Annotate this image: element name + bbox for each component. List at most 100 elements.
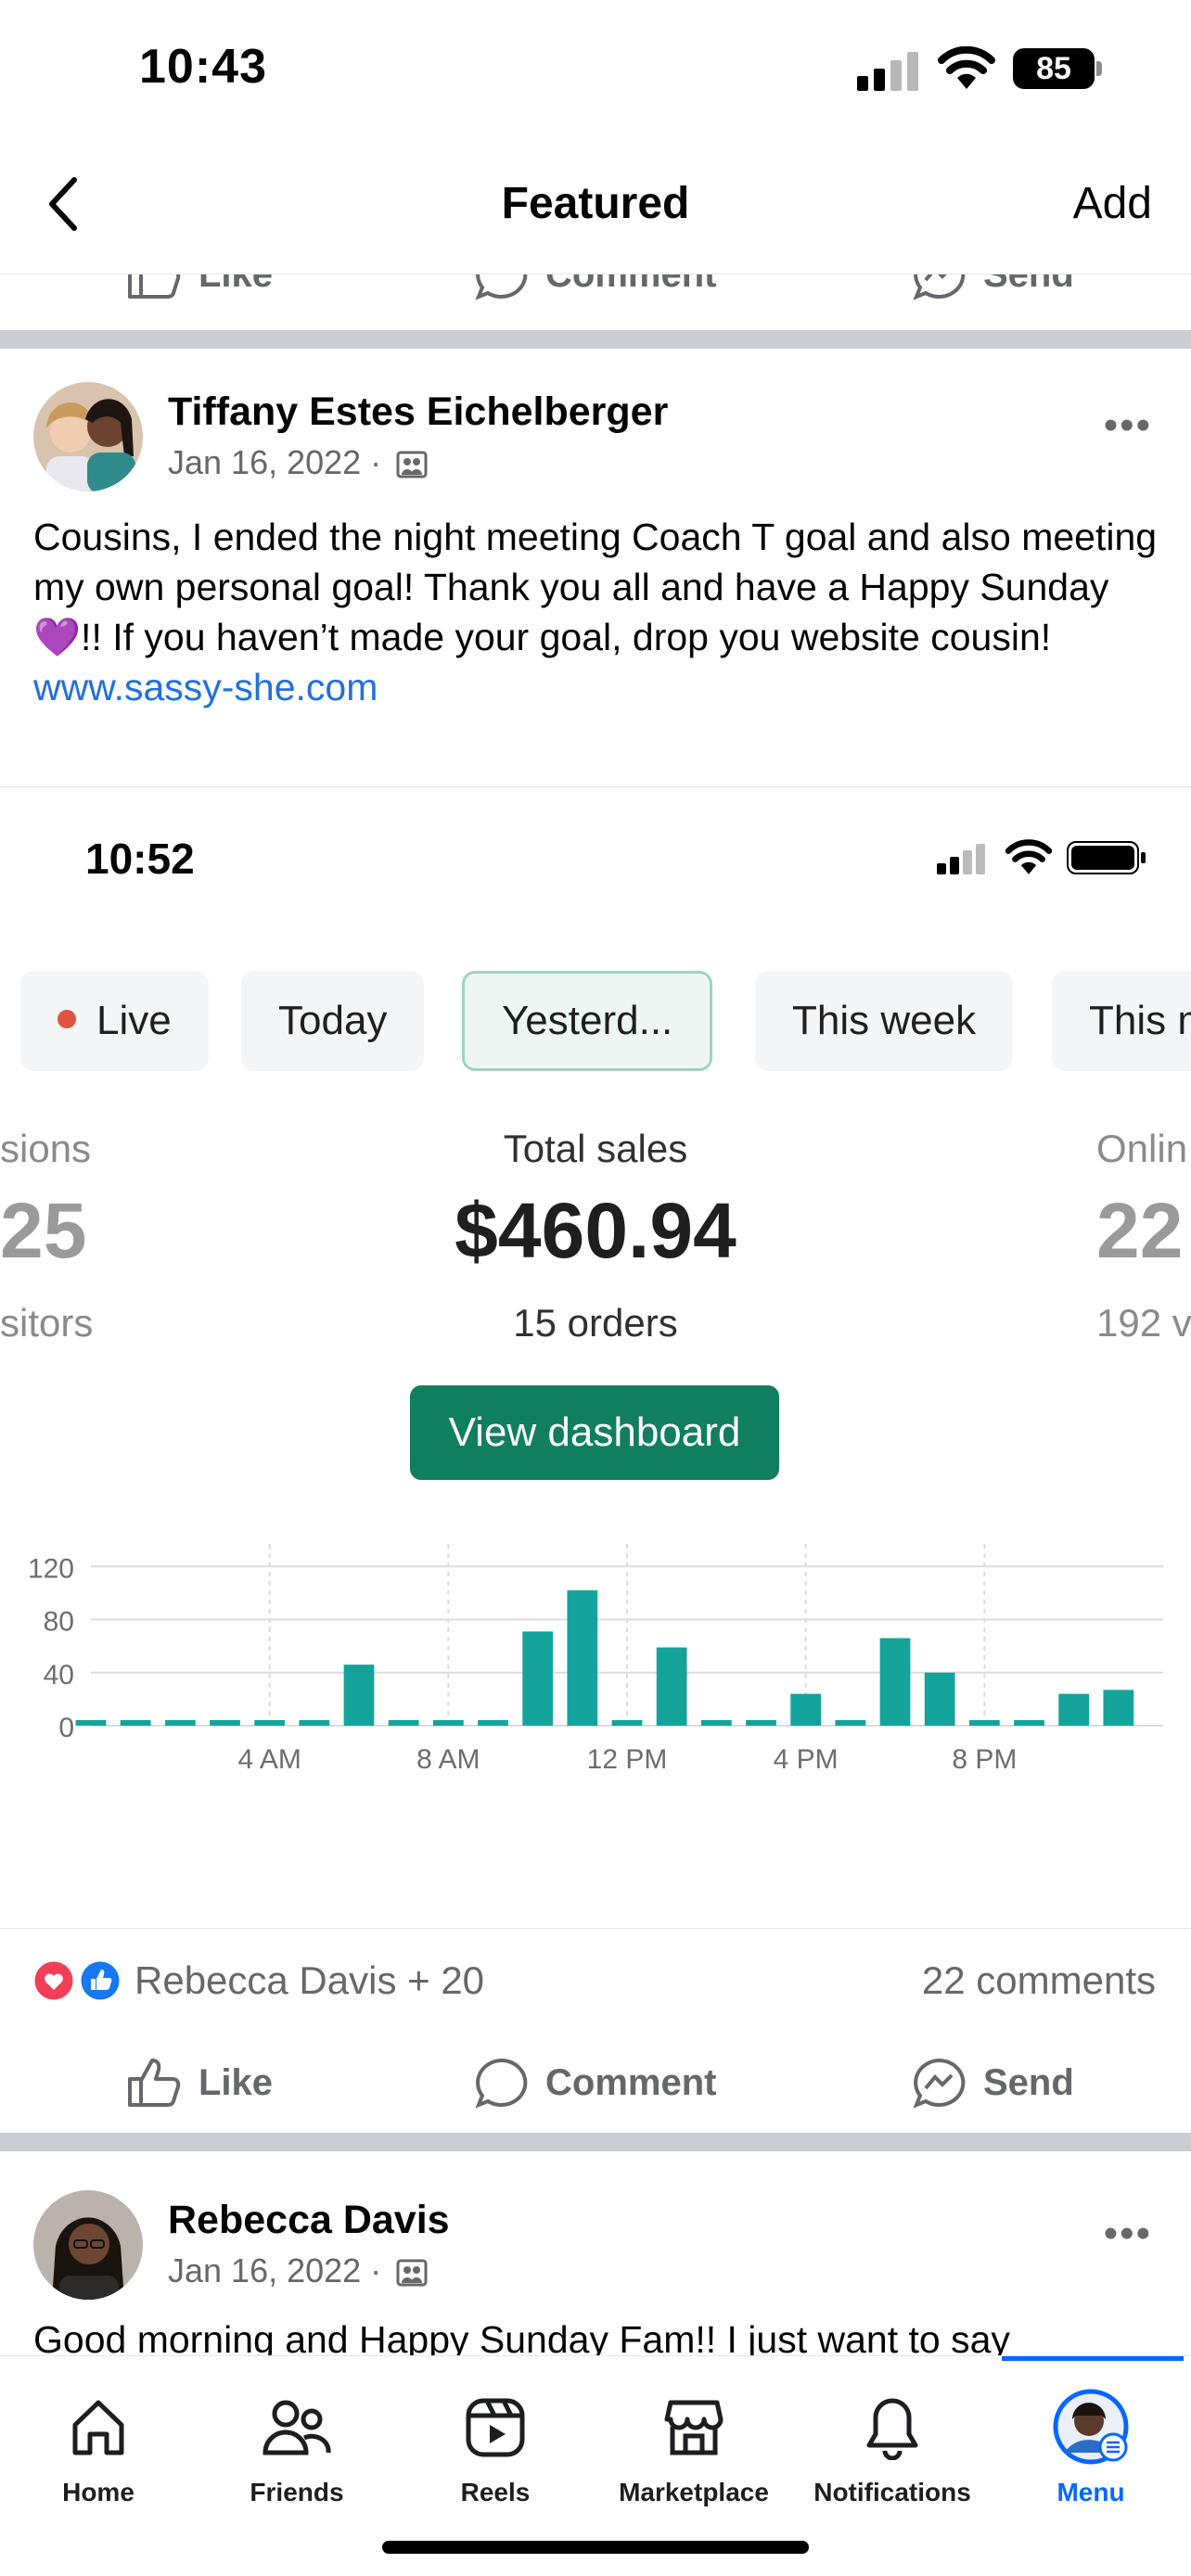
reactions-summary[interactable]: Rebecca Davis + 20 [134,1958,484,2003]
send-button[interactable]: Send [911,2057,1074,2109]
chart-y-tick-label: 80 [44,1607,74,1638]
prev-send-button[interactable]: Send [911,274,1074,300]
chart-bar [432,1720,464,1726]
like-icon [128,274,181,299]
profile-avatar-icon [1053,2389,1129,2465]
chart-bar [522,1631,554,1726]
chart-y-tick-label: 40 [44,1660,74,1690]
hourly-sales-chart: 0 40 80 120 4 AM 8 AM 12 PM 4 PM 8 PM [28,1544,1163,1775]
post-body: Cousins, I ended the night meeting Coach… [33,516,1158,658]
chart-bar [835,1720,866,1726]
comment-icon [475,274,528,300]
chart-bar [790,1693,822,1726]
post-date: Jan 16, 2022 · [168,2251,382,2289]
post-header: Tiffany Estes Eichelberger Jan 16, 2022 … [0,382,1191,521]
right-kpi-label: Onlin [1096,1127,1188,1170]
tab-home[interactable]: Home [6,2395,191,2507]
bell-icon [866,2398,918,2461]
like-label: Like [198,2061,274,2103]
chart-bar [746,1720,776,1726]
chart-bar [700,1720,732,1726]
orders-count: 15 orders [513,1301,678,1345]
chart-bar [1058,1693,1090,1726]
chart-x-tick-label: 12 PM [587,1744,668,1775]
avatar[interactable] [33,2190,143,2300]
embedded-battery-icon [1067,841,1146,874]
prev-comment-label: Comment [545,274,716,296]
filter-yesterday[interactable]: Yesterd... [462,971,713,1071]
filter-today[interactable]: Today [241,971,425,1071]
comment-button[interactable]: Comment [473,2057,716,2109]
prev-like-label: Like [198,274,273,296]
tab-reels[interactable]: Reels [403,2395,588,2507]
reaction-icons [32,1958,122,2003]
chart-bar [478,1720,508,1726]
chart-bar [879,1638,911,1726]
tab-marketplace[interactable]: Marketplace [601,2395,787,2507]
top-nav: Featured Add [0,139,1191,274]
chart-bar [1103,1690,1134,1726]
live-dot-icon [58,1010,76,1029]
post-date: Jan 16, 2022 · [168,443,382,481]
tab-friends[interactable]: Friends [204,2395,390,2507]
post-link[interactable]: www.sassy-she.com [33,662,1165,712]
chart-y-tick-label: 120 [28,1553,74,1584]
prev-send-label: Send [983,274,1074,296]
home-icon [72,2400,124,2455]
home-indicator [382,2541,809,2554]
marketplace-icon [664,2400,724,2455]
prev-comment-button[interactable]: Comment [473,274,716,300]
chart-bar [924,1672,955,1726]
like-button[interactable]: Like [126,2057,273,2109]
chart-bar [164,1720,196,1726]
chart-bar [656,1647,687,1726]
signal-icon [857,52,918,91]
reactions-row[interactable]: Rebecca Davis + 20 22 comments [0,1929,1191,2031]
post-text: Cousins, I ended the night meeting Coach… [33,512,1165,712]
chart-bar [343,1664,375,1726]
post-author[interactable]: Rebecca Davis [168,2198,450,2243]
total-sales-value: $460.94 [455,1187,736,1274]
chart-bar [388,1720,419,1726]
filter-this-month[interactable]: This m [1052,971,1191,1071]
more-options-icon[interactable]: ••• [1104,2211,1152,2257]
chart-bar [611,1720,643,1726]
view-dashboard-button[interactable]: View dashboard [410,1385,779,1480]
filter-this-week[interactable]: This week [755,971,1014,1071]
active-tab-indicator [1002,2356,1184,2361]
battery-level: 85 [1013,48,1095,89]
page-title: Featured [501,179,690,228]
chart-y-tick-label: 0 [58,1713,74,1743]
messenger-send-icon [913,2058,966,2109]
filter-live[interactable]: Live [20,971,209,1071]
tab-menu[interactable]: Menu [998,2389,1184,2507]
chart-x-tick-label: 4 PM [774,1744,839,1775]
chart-bar [254,1720,286,1726]
chart-x-tick-label: 8 AM [416,1744,480,1775]
send-label: Send [983,2061,1074,2103]
comment-icon [475,2058,528,2109]
status-time: 10:43 [139,40,267,94]
post-image[interactable]: 10:52 Live Today Yesterd... This week Th… [0,786,1191,1929]
tab-notifications[interactable]: Notifications [800,2395,985,2507]
right-kpi-value: 22 [1096,1187,1184,1274]
more-options-icon[interactable]: ••• [1104,402,1152,449]
friends-icon [263,2400,331,2455]
chart-x-tick-label: 8 PM [952,1744,1017,1775]
post-separator [0,2133,1191,2151]
status-bar: 10:43 85 [0,0,1191,139]
right-kpi-sub: 192 v [1096,1301,1191,1345]
comments-count[interactable]: 22 comments [922,1958,1156,2003]
avatar[interactable] [33,382,143,491]
prev-like-button[interactable]: Like [126,274,273,300]
comment-label: Comment [545,2061,717,2103]
battery-icon: 85 [1013,48,1102,89]
chart-bar [567,1590,598,1726]
wifi-icon [938,46,995,89]
chart-bar [210,1720,240,1726]
add-button[interactable]: Add [1073,178,1152,229]
chart-x-tick-label: 4 AM [237,1744,301,1775]
previous-post-actions: Like Comment Send [0,274,1191,330]
post-meta: Jan 16, 2022 · [168,443,428,482]
post-author[interactable]: Tiffany Estes Eichelberger [168,389,668,435]
